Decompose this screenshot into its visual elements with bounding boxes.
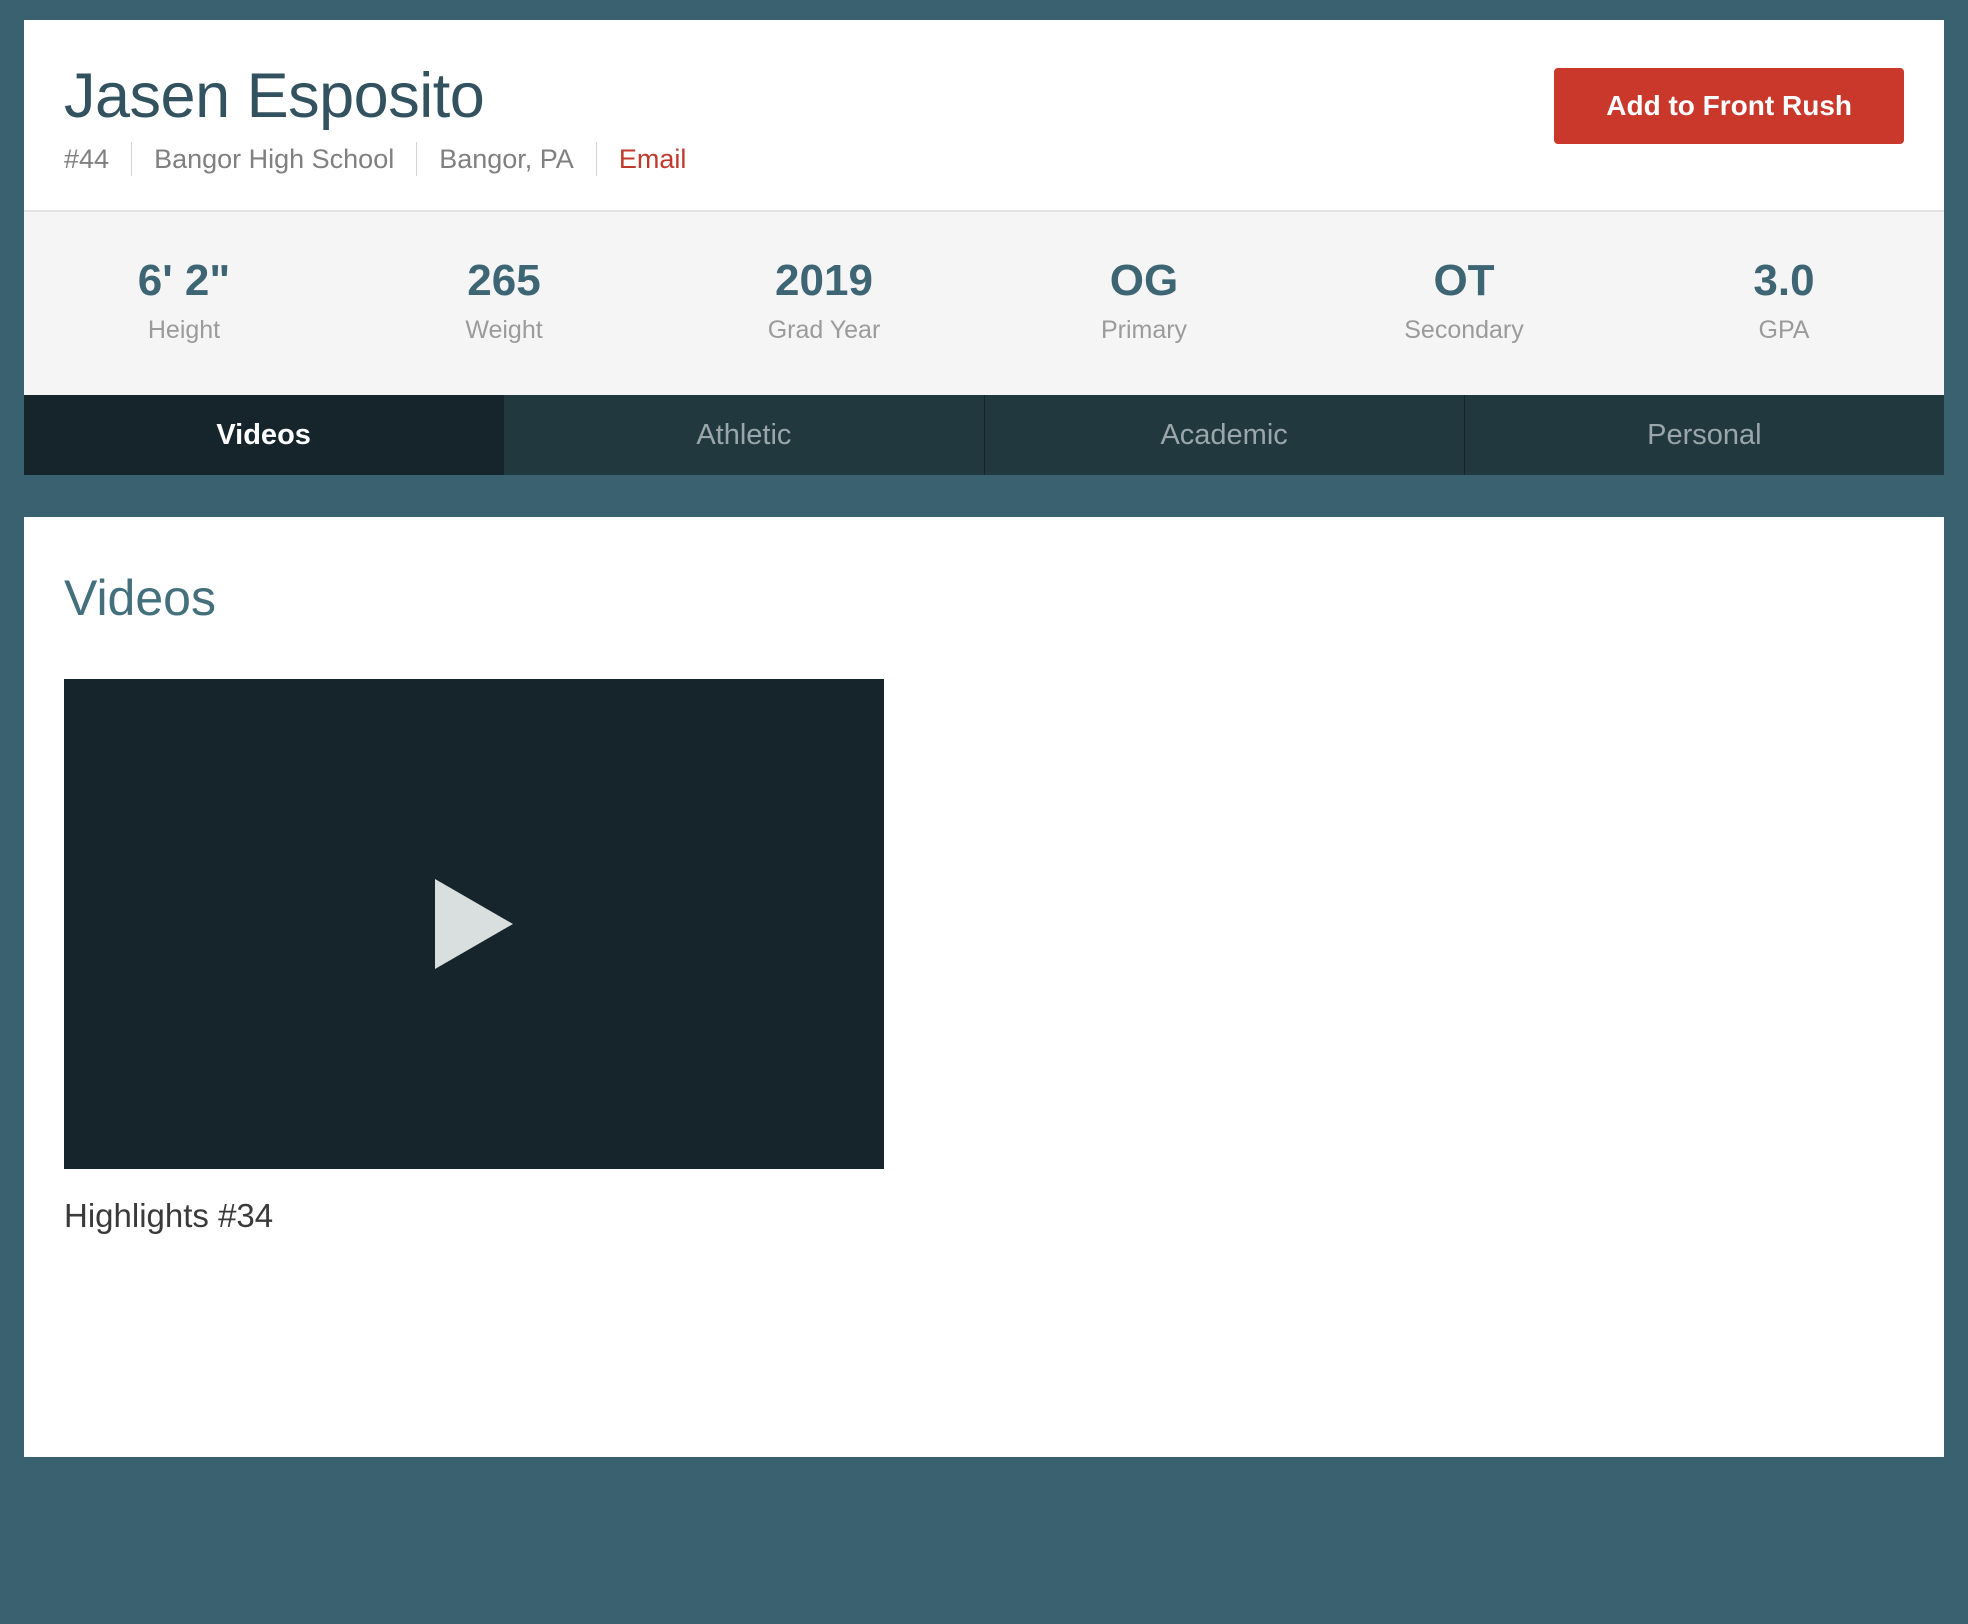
- video-item: Highlights #34: [64, 679, 884, 1235]
- add-to-front-rush-button[interactable]: Add to Front Rush: [1554, 68, 1904, 144]
- videos-content-card: Videos Highlights #34: [24, 517, 1944, 1458]
- stat-weight: 265 Weight: [344, 258, 664, 345]
- section-title: Videos: [64, 570, 216, 627]
- profile-card: Jasen Esposito #44 Bangor High School Ba…: [24, 20, 1944, 476]
- stat-value: 2019: [775, 256, 873, 306]
- stats-strip: 6' 2" Height 265 Weight 2019 Grad Year O…: [24, 210, 1944, 396]
- stat-secondary-position: OT Secondary: [1304, 258, 1624, 345]
- stat-primary-position: OG Primary: [984, 258, 1304, 345]
- tab-bar: Videos Athletic Academic Personal: [24, 395, 1944, 476]
- jersey-number: #44: [64, 143, 110, 174]
- video-thumbnail[interactable]: [64, 679, 884, 1170]
- stat-value: OT: [1433, 256, 1495, 306]
- tab-academic[interactable]: Academic: [984, 395, 1465, 476]
- stat-value: 3.0: [1753, 256, 1815, 306]
- stat-label: Secondary: [1404, 316, 1524, 345]
- stat-height: 6' 2" Height: [24, 258, 344, 345]
- tab-athletic[interactable]: Athletic: [504, 395, 985, 476]
- stat-gpa: 3.0 GPA: [1624, 258, 1944, 345]
- meta-divider: [595, 142, 597, 177]
- stat-value: OG: [1109, 256, 1179, 306]
- tab-personal[interactable]: Personal: [1464, 395, 1944, 476]
- stat-label: GPA: [1758, 316, 1810, 345]
- video-grid: Highlights #34: [64, 679, 1904, 1235]
- meta-divider: [416, 142, 418, 177]
- stat-value: 265: [467, 256, 541, 306]
- meta-divider: [131, 142, 133, 177]
- stat-grad-year: 2019 Grad Year: [664, 258, 984, 345]
- stat-label: Weight: [465, 316, 543, 345]
- school-name: Bangor High School: [154, 143, 395, 174]
- profile-meta-row: #44 Bangor High School Bangor, PA Email: [64, 142, 1904, 177]
- page-root: Jasen Esposito #44 Bangor High School Ba…: [0, 0, 1968, 1624]
- email-link[interactable]: Email: [619, 144, 687, 175]
- stat-label: Grad Year: [767, 316, 881, 345]
- stat-label: Primary: [1100, 316, 1188, 345]
- profile-header: Jasen Esposito #44 Bangor High School Ba…: [24, 20, 1944, 210]
- stat-label: Height: [147, 316, 221, 345]
- location: Bangor, PA: [439, 143, 574, 174]
- tab-videos[interactable]: Videos: [24, 395, 505, 476]
- video-caption: Highlights #34: [64, 1197, 274, 1235]
- play-icon[interactable]: [435, 879, 513, 970]
- stat-value: 6' 2": [137, 256, 231, 306]
